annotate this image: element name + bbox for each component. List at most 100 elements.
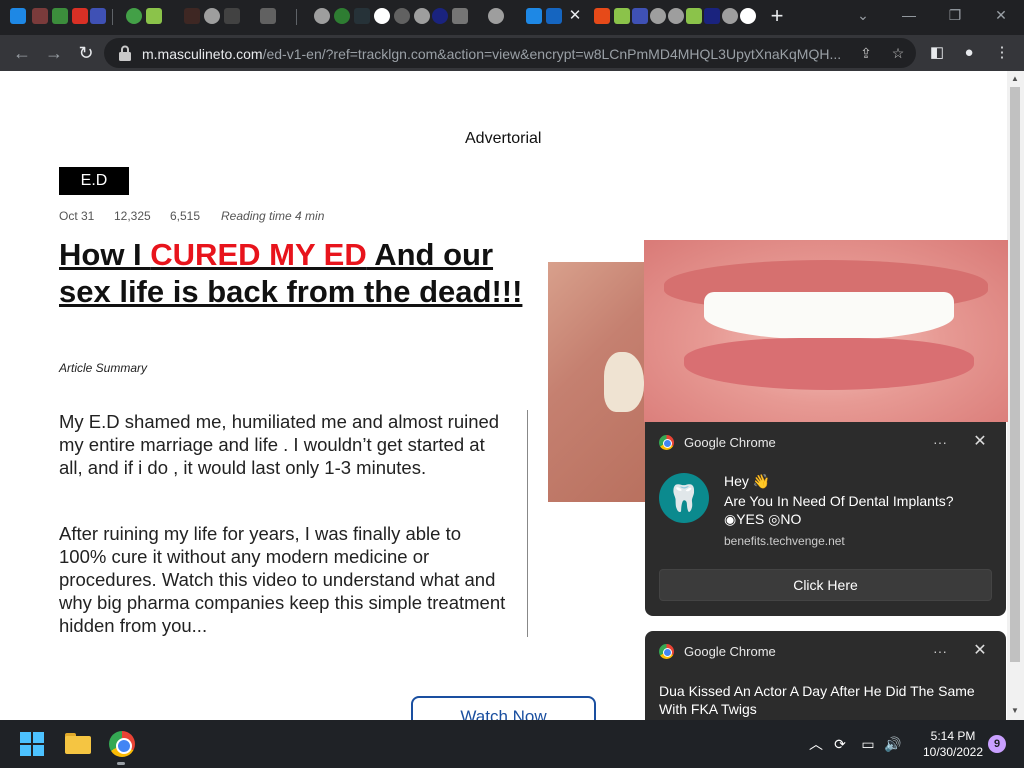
forward-arrow-icon[interactable]: → (42, 41, 66, 65)
tab-favicon[interactable] (686, 8, 702, 24)
tab-favicon[interactable] (488, 8, 504, 24)
volume-icon[interactable]: 🔊 (884, 734, 902, 754)
tab-separator (296, 9, 297, 25)
reading-time: Reading time 4 min (221, 209, 325, 223)
headline-highlight: CURED MY ED (150, 237, 367, 272)
article-paragraph-1: My E.D shamed me, humiliated me and almo… (59, 411, 500, 478)
article-photo (548, 262, 658, 502)
tab-favicon[interactable] (394, 8, 410, 24)
smile-teeth (704, 292, 954, 340)
tab-favicon[interactable] (52, 8, 68, 24)
tab-search-icon[interactable]: ⌄ (852, 5, 874, 25)
tab-favicon[interactable] (204, 8, 220, 24)
advertorial-label: Advertorial (465, 130, 542, 147)
active-tab-close-icon[interactable]: ✕ (566, 6, 584, 26)
tab-favicon[interactable] (260, 8, 276, 24)
tab-favicon[interactable] (224, 8, 240, 24)
tab-favicon[interactable] (452, 8, 468, 24)
tab-favicon[interactable] (334, 8, 350, 24)
category-badge[interactable]: E.D (59, 167, 129, 195)
notification-count-badge[interactable]: 9 (988, 735, 1006, 753)
scroll-up-icon[interactable]: ▲ (1010, 74, 1020, 84)
page-scrollbar[interactable]: ▲ ▼ (1007, 71, 1024, 720)
tab-favicon[interactable] (32, 8, 48, 24)
notification-body: Dua Kissed An Actor A Day After He Did T… (659, 683, 975, 717)
tab-favicon[interactable] (740, 8, 756, 24)
divider-line (527, 410, 528, 637)
profile-icon[interactable]: ● (959, 42, 979, 64)
taskbar: ︿ ⟳ ▭ 🔊 5:14 PM 10/30/2022 9 (0, 720, 1024, 768)
tab-favicon[interactable] (432, 8, 448, 24)
kebab-menu-icon[interactable]: ⋮ (992, 42, 1012, 64)
clock-date[interactable]: 10/30/2022 (918, 745, 988, 760)
notification-source: benefits.techvenge.net (724, 534, 845, 548)
file-explorer-icon[interactable] (64, 730, 92, 758)
notification-app-name: Google Chrome (684, 435, 776, 450)
tooth-icon: 🦷 (659, 473, 709, 523)
more-options-icon[interactable]: ··· (931, 641, 949, 661)
tab-favicon[interactable] (10, 8, 26, 24)
notification-body: Are You In Need Of Dental Implants? ◉YES… (724, 493, 954, 527)
tab-favicon[interactable] (614, 8, 630, 24)
click-here-button[interactable]: Click Here (659, 569, 992, 601)
running-indicator (117, 762, 125, 765)
chrome-logo-icon (659, 644, 674, 659)
share-icon[interactable]: ⇪ (856, 43, 876, 63)
headline-part1: How I (59, 237, 151, 272)
scroll-down-icon[interactable]: ▼ (1010, 706, 1020, 716)
clock-time[interactable]: 5:14 PM (918, 729, 988, 744)
watch-now-button[interactable]: Watch Now (411, 696, 596, 720)
tab-favicon[interactable] (650, 8, 666, 24)
tab-favicon[interactable] (722, 8, 738, 24)
more-options-icon[interactable]: ··· (931, 432, 949, 452)
article-summary-label: Article Summary (59, 361, 148, 375)
headline[interactable]: How I CURED MY ED And our sex life is ba… (59, 236, 529, 310)
sync-icon[interactable]: ⟳ (831, 734, 849, 754)
tab-favicon[interactable] (546, 8, 562, 24)
tab-favicon[interactable] (72, 8, 88, 24)
article-views: 12,325 (114, 209, 151, 223)
tab-favicon[interactable] (126, 8, 142, 24)
tab-favicon[interactable] (704, 8, 720, 24)
new-tab-button[interactable]: + (766, 5, 788, 29)
side-panel-icon[interactable]: ◧ (927, 42, 947, 64)
notification-title: Hey 👋 (724, 473, 771, 489)
tab-favicon[interactable] (594, 8, 610, 24)
close-icon[interactable]: ✕ (971, 432, 989, 452)
tab-strip: ✕ + ⌄ — ❐ ✕ (0, 0, 1024, 35)
chevron-up-icon[interactable]: ︿ (807, 734, 825, 754)
tab-favicon[interactable] (632, 8, 648, 24)
address-bar[interactable]: m.masculineto.com/ed-v1-en/?ref=tracklgn… (104, 38, 916, 68)
lock-icon (119, 45, 131, 61)
tab-favicon[interactable] (184, 8, 200, 24)
tab-favicon[interactable] (668, 8, 684, 24)
tab-favicon[interactable] (354, 8, 370, 24)
close-icon[interactable]: ✕ (971, 641, 989, 661)
tab-separator (112, 9, 113, 25)
reload-icon[interactable]: ↻ (74, 41, 98, 65)
notification-news[interactable]: Google Chrome ··· ✕ Dua Kissed An Actor … (645, 631, 1006, 720)
chrome-logo-icon (659, 435, 674, 450)
notification-dental[interactable]: Google Chrome ··· ✕ 🦷 Hey 👋 Are You In N… (645, 422, 1006, 616)
notification-app-name: Google Chrome (684, 644, 776, 659)
url-host: m.masculineto.com (142, 46, 263, 62)
restore-icon[interactable]: ❐ (944, 5, 966, 25)
tab-favicon[interactable] (526, 8, 542, 24)
tab-favicon[interactable] (414, 8, 430, 24)
display-icon[interactable]: ▭ (859, 734, 877, 754)
tab-favicon[interactable] (90, 8, 106, 24)
url-path: /ed-v1-en/?ref=tracklgn.com&action=view&… (262, 46, 842, 62)
smile-lower-lip (684, 338, 974, 390)
back-arrow-icon[interactable]: ← (10, 41, 34, 65)
scroll-thumb[interactable] (1010, 87, 1020, 662)
notification-hero-image[interactable] (644, 240, 1008, 422)
tab-favicon[interactable] (374, 8, 390, 24)
minimize-icon[interactable]: — (898, 5, 920, 25)
tab-favicon[interactable] (146, 8, 162, 24)
tab-favicon[interactable] (314, 8, 330, 24)
windows-start-icon[interactable] (20, 732, 44, 756)
url-text[interactable]: m.masculineto.com/ed-v1-en/?ref=tracklgn… (142, 45, 847, 63)
chrome-taskbar-icon[interactable] (108, 730, 136, 758)
star-icon[interactable]: ☆ (888, 43, 908, 63)
close-window-icon[interactable]: ✕ (990, 5, 1012, 25)
